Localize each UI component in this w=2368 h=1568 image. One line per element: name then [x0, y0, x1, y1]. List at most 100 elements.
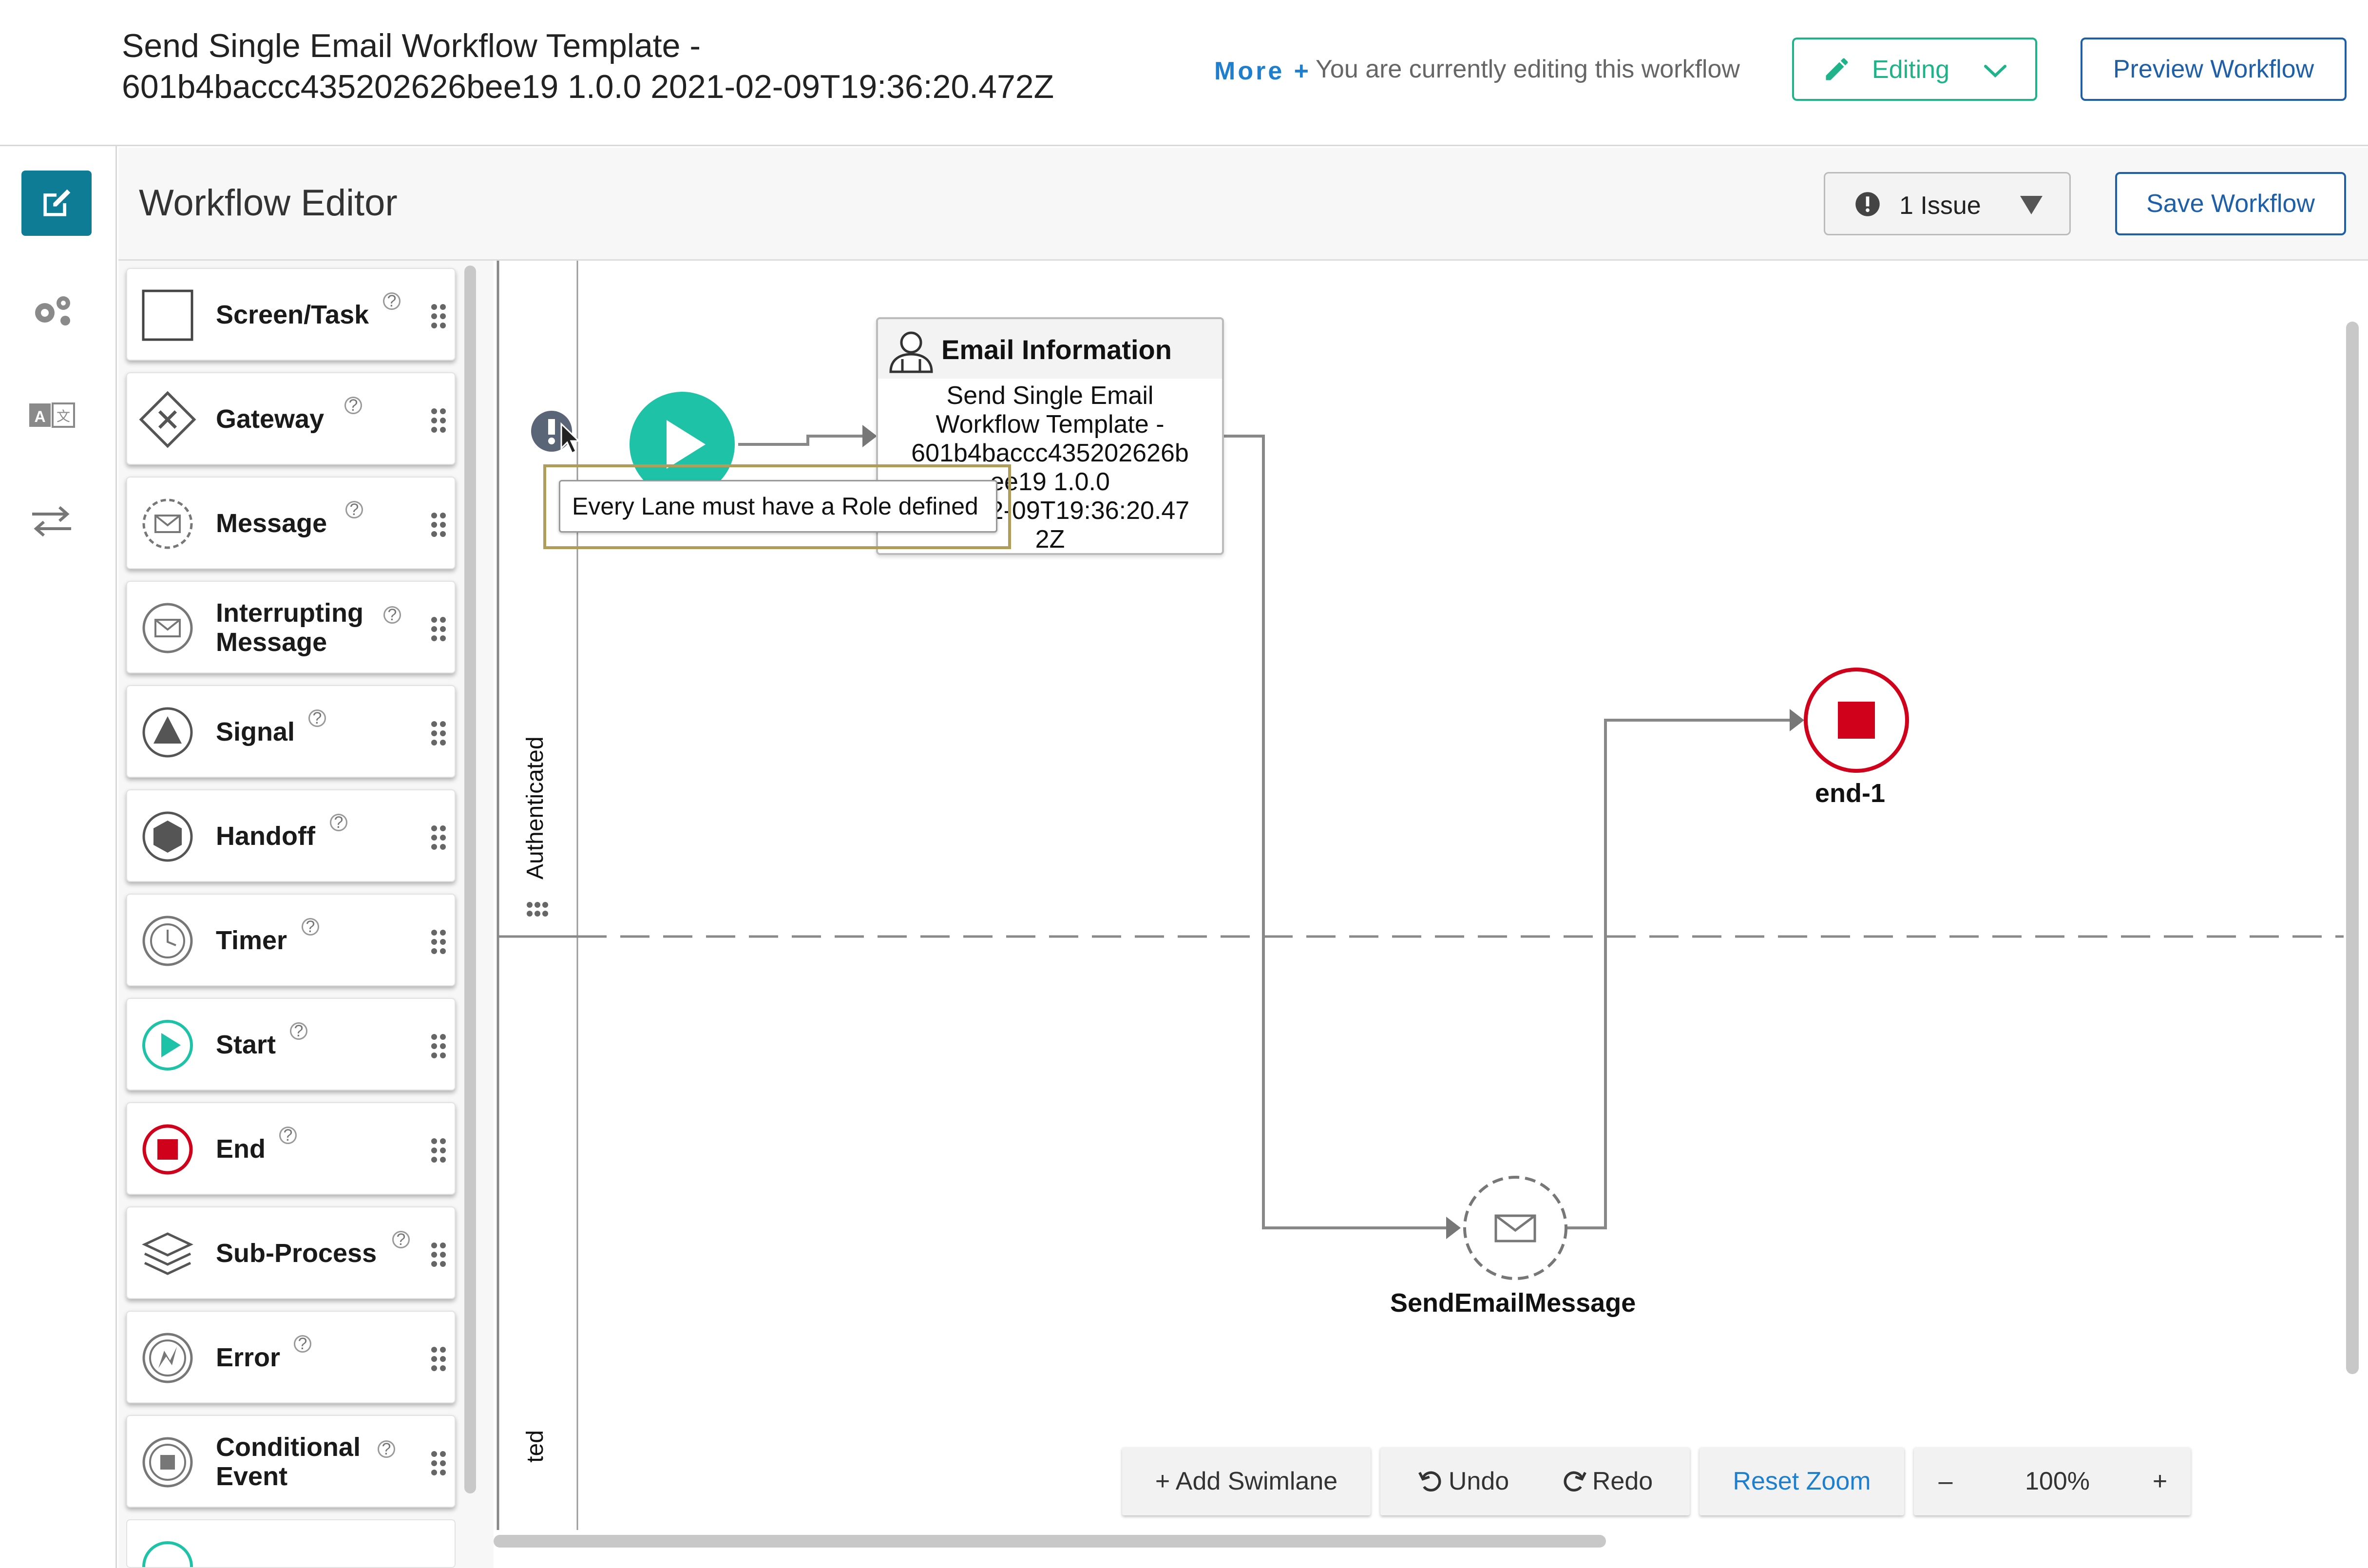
- drag-handle-icon[interactable]: [430, 824, 447, 851]
- help-icon[interactable]: ?: [383, 606, 401, 624]
- help-icon[interactable]: ?: [378, 1440, 395, 1458]
- caret-down-icon: [2020, 196, 2043, 214]
- screen-task-icon: [142, 289, 193, 341]
- palette-item-start[interactable]: Start ?: [126, 998, 456, 1090]
- tooltip-text: Every Lane must have a Role defined: [572, 493, 978, 520]
- end-square-icon: [1838, 702, 1875, 739]
- timer-start-icon: [142, 1541, 193, 1567]
- end-icon: [142, 1124, 193, 1175]
- pencil-icon: [1826, 58, 1848, 80]
- drag-handle-icon[interactable]: [430, 720, 447, 746]
- interrupting-message-icon: [142, 603, 193, 653]
- undo-redo-group: Undo Redo: [1380, 1447, 1690, 1515]
- drag-handle-icon[interactable]: [430, 1033, 447, 1059]
- lane-drag-handle-icon[interactable]: [527, 902, 548, 917]
- workflow-canvas[interactable]: Email Information Send Single Email Work…: [494, 261, 2368, 1568]
- diagram-svg: [497, 261, 2344, 1530]
- edit-icon: [43, 189, 71, 216]
- palette-item-message[interactable]: Message ?: [126, 477, 456, 569]
- palette-item-handoff[interactable]: Handoff ?: [126, 789, 456, 882]
- drag-handle-icon[interactable]: [430, 1346, 447, 1372]
- page-title: Send Single Email Workflow Template - 60…: [122, 27, 1054, 105]
- svg-text:A: A: [34, 408, 45, 425]
- drag-handle-icon[interactable]: [430, 512, 447, 538]
- palette-item-end[interactable]: End ?: [126, 1102, 456, 1195]
- help-icon[interactable]: ?: [345, 501, 363, 518]
- message-icon: [142, 498, 193, 549]
- redo-button[interactable]: Redo: [1536, 1447, 1678, 1515]
- svg-text:文: 文: [57, 409, 70, 424]
- palette-item-gateway[interactable]: Gateway ?: [126, 372, 456, 465]
- drag-handle-icon[interactable]: [430, 616, 447, 642]
- chevron-down-icon: [1984, 65, 2006, 78]
- palette-item-error[interactable]: Error ?: [126, 1311, 456, 1403]
- tooltip-box: Every Lane must have a Role defined: [559, 480, 997, 533]
- editor-nav-button[interactable]: [21, 171, 92, 236]
- user-task-icon: [889, 331, 933, 373]
- alert-icon: [1855, 192, 1880, 216]
- settings-gears-icon[interactable]: [28, 290, 77, 329]
- zoom-out-button[interactable]: –: [1924, 1447, 1967, 1515]
- reset-zoom-button[interactable]: Reset Zoom: [1700, 1447, 1904, 1515]
- translate-icon[interactable]: A文: [28, 401, 75, 430]
- signal-icon: [142, 707, 193, 758]
- help-icon[interactable]: ?: [290, 1022, 307, 1040]
- help-icon[interactable]: ?: [279, 1127, 297, 1144]
- lane-label-partial: ted: [522, 1430, 548, 1463]
- end-event-label: end-1: [1815, 779, 1886, 808]
- undo-button[interactable]: Undo: [1395, 1447, 1531, 1515]
- canvas-horizontal-scrollbar[interactable]: [494, 1535, 1606, 1548]
- conditional-event-icon: [142, 1437, 193, 1488]
- message-event-label: SendEmailMessage: [1390, 1288, 1636, 1318]
- help-icon[interactable]: ?: [330, 814, 347, 831]
- editing-dropdown-button[interactable]: Editing: [1792, 38, 2037, 101]
- drag-handle-icon[interactable]: [430, 1137, 447, 1164]
- zoom-group: – 100% +: [1914, 1447, 2191, 1515]
- error-icon: [142, 1333, 193, 1383]
- drag-handle-icon[interactable]: [430, 929, 447, 955]
- page-header: Send Single Email Workflow Template - 60…: [0, 0, 2368, 146]
- editor-header: Workflow Editor 1 Issue Save Workflow: [118, 148, 2368, 261]
- gateway-icon: [139, 391, 196, 448]
- start-icon: [142, 1020, 193, 1071]
- canvas-vertical-scrollbar[interactable]: [2346, 322, 2359, 1374]
- drag-handle-icon[interactable]: [430, 1242, 447, 1268]
- palette-item-conditional-event[interactable]: Conditional Event ?: [126, 1415, 456, 1508]
- save-workflow-button[interactable]: Save Workflow: [2115, 172, 2346, 235]
- zoom-level: 100%: [2025, 1467, 2090, 1495]
- more-link[interactable]: More +: [1214, 57, 1311, 86]
- palette-item-sub-process[interactable]: Sub-Process ?: [126, 1206, 456, 1299]
- zoom-in-button[interactable]: +: [2138, 1447, 2182, 1515]
- left-nav-rail: A文: [0, 146, 117, 1568]
- undo-icon: [1418, 1471, 1441, 1492]
- drag-handle-icon[interactable]: [430, 1450, 447, 1476]
- help-icon[interactable]: ?: [344, 397, 362, 414]
- palette-item-screen-task[interactable]: Screen/Task ?: [126, 268, 456, 361]
- lane-role-tooltip: Every Lane must have a Role defined: [543, 464, 1011, 549]
- add-swimlane-button[interactable]: + Add Swimlane: [1122, 1447, 1371, 1515]
- redo-icon: [1564, 1471, 1586, 1492]
- task-title: Email Information: [941, 334, 1172, 365]
- help-icon[interactable]: ?: [308, 709, 326, 727]
- canvas-toolbar: + Add Swimlane Undo Redo Reset Zoom – 10…: [1122, 1447, 2191, 1515]
- handoff-icon: [142, 811, 193, 862]
- swap-arrows-icon[interactable]: [28, 504, 75, 538]
- palette-scrollbar[interactable]: [464, 266, 476, 1493]
- editor-title: Workflow Editor: [139, 182, 398, 224]
- help-icon[interactable]: ?: [302, 918, 319, 936]
- editing-notice: You are currently editing this workflow: [1316, 55, 1740, 83]
- palette-item-partial[interactable]: [126, 1519, 456, 1568]
- help-icon[interactable]: ?: [294, 1335, 311, 1353]
- palette-item-timer[interactable]: Timer ?: [126, 894, 456, 986]
- palette-item-interrupting-message[interactable]: Interrupting Message ?: [126, 581, 456, 673]
- issues-dropdown-button[interactable]: 1 Issue: [1824, 172, 2071, 235]
- help-icon[interactable]: ?: [392, 1231, 410, 1248]
- sub-process-icon: [142, 1232, 193, 1275]
- preview-workflow-button[interactable]: Preview Workflow: [2081, 38, 2347, 101]
- drag-handle-icon[interactable]: [430, 303, 447, 329]
- drag-handle-icon[interactable]: [430, 407, 447, 434]
- palette-item-signal[interactable]: Signal ?: [126, 685, 456, 778]
- help-icon[interactable]: ?: [383, 292, 401, 310]
- lane-label: Authenticated: [522, 736, 548, 880]
- timer-icon: [142, 916, 193, 966]
